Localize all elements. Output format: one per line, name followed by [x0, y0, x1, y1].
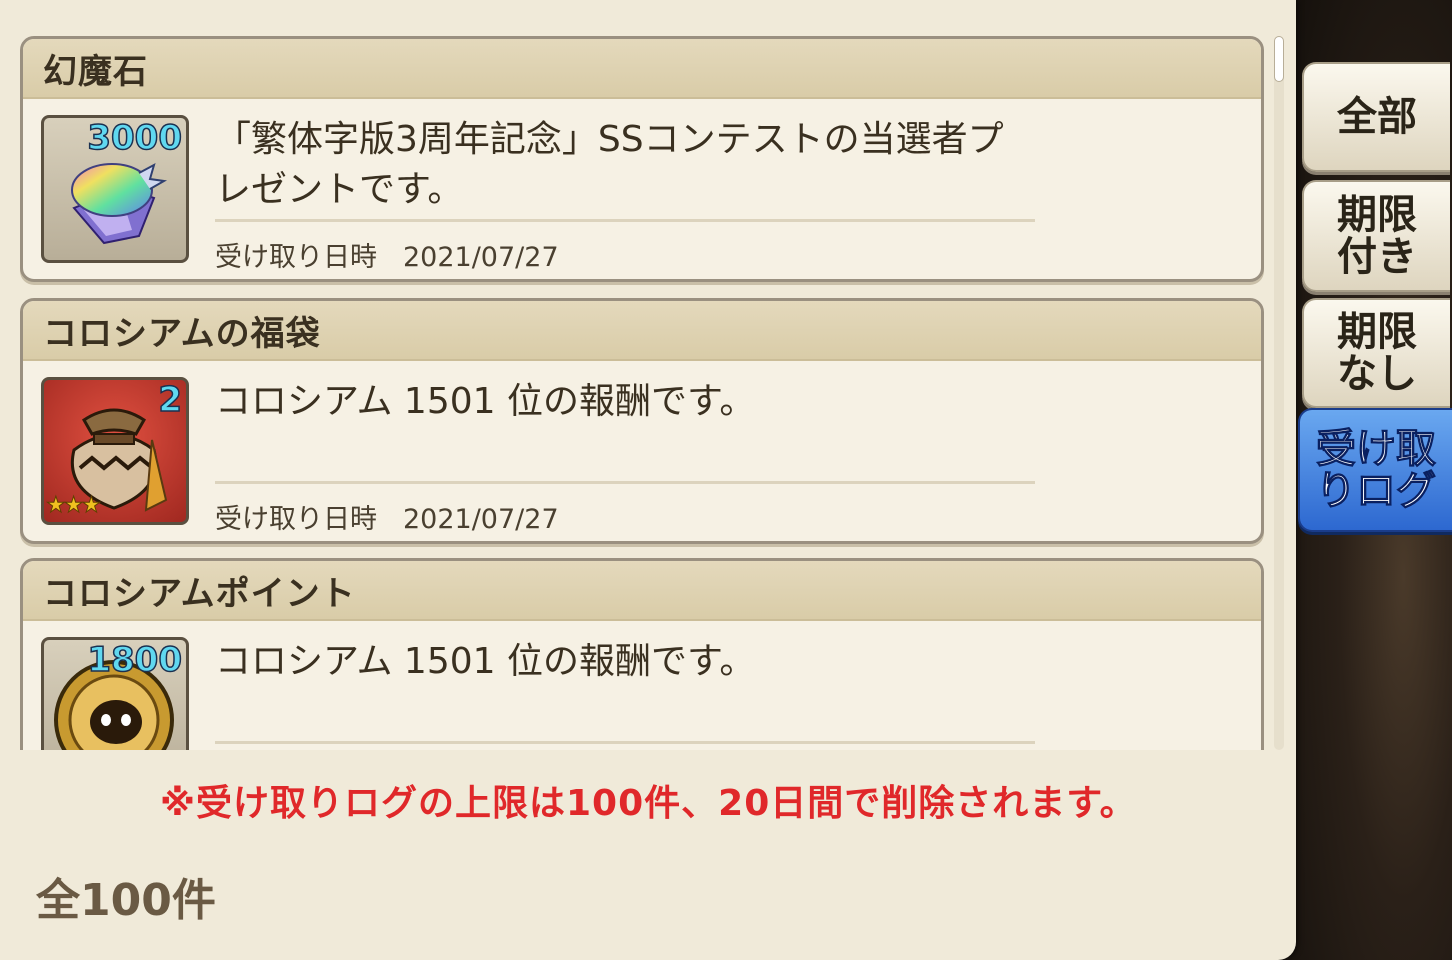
- date-label: 受け取り日時: [215, 242, 377, 273]
- item-description: コロシアム 1501 位の報酬です。: [215, 641, 756, 682]
- item-header: コロシアムポイント: [23, 561, 1261, 621]
- date-value: 2021/07/27: [403, 504, 559, 535]
- tab-label: 期限なし: [1337, 309, 1417, 397]
- item-description: コロシアム 1501 位の報酬です。: [215, 381, 756, 422]
- divider: [215, 219, 1035, 222]
- item-title: コロシアムポイント: [43, 573, 356, 614]
- list-item: コロシアムポイント 1800 コロシアム 1501 位の報酬です。: [20, 558, 1264, 750]
- item-title: 幻魔石: [43, 51, 148, 92]
- present-log-panel: 幻魔石 3000 「繁体字版3周年記念」SSコンテストの当選者プレゼントです。 …: [0, 0, 1296, 960]
- item-header: 幻魔石: [23, 39, 1261, 99]
- item-thumbnail: 2 ★★★: [41, 377, 189, 525]
- list-item: 幻魔石 3000 「繁体字版3周年記念」SSコンテストの当選者プレゼントです。 …: [20, 36, 1264, 282]
- received-date: 受け取り日時 2021/07/27: [215, 497, 559, 536]
- tab-label: 全部: [1337, 94, 1417, 140]
- total-count: 全100件: [36, 875, 216, 926]
- item-thumbnail: 3000: [41, 115, 189, 263]
- received-date: 受け取り日時 2021/07/27: [215, 235, 559, 274]
- item-title: コロシアムの福袋: [43, 313, 321, 354]
- tab-with-expiry[interactable]: 期限付き: [1302, 180, 1450, 292]
- tab-label: 期限付き: [1337, 192, 1417, 280]
- list-item: コロシアムの福袋 2 ★★★ コロシアム 1501 位の報酬です。 受け取り日時…: [20, 298, 1264, 544]
- item-quantity: 2: [158, 380, 183, 421]
- scrollbar-thumb[interactable]: [1274, 36, 1284, 82]
- tab-all[interactable]: 全部: [1302, 62, 1450, 172]
- item-description: 「繁体字版3周年記念」SSコンテストの当選者プレゼントです。: [215, 119, 1004, 210]
- tab-received-log[interactable]: 受け取りログ: [1298, 408, 1452, 532]
- date-label: 受け取り日時: [215, 504, 377, 535]
- log-list[interactable]: 幻魔石 3000 「繁体字版3周年記念」SSコンテストの当選者プレゼントです。 …: [0, 0, 1296, 750]
- tab-no-expiry[interactable]: 期限なし: [1302, 298, 1450, 408]
- item-quantity: 3000: [87, 118, 183, 159]
- divider: [215, 741, 1035, 744]
- divider: [215, 481, 1035, 484]
- scrollbar[interactable]: [1274, 36, 1284, 750]
- tab-label: 受け取りログ: [1316, 426, 1437, 514]
- item-quantity: 1800: [87, 640, 183, 681]
- rarity-stars-icon: ★★★: [45, 493, 101, 519]
- date-value: 2021/07/27: [403, 242, 559, 273]
- item-thumbnail: 1800: [41, 637, 189, 750]
- log-limit-notice: ※受け取りログの上限は100件、20日間で削除されます。: [160, 783, 1137, 824]
- item-header: コロシアムの福袋: [23, 301, 1261, 361]
